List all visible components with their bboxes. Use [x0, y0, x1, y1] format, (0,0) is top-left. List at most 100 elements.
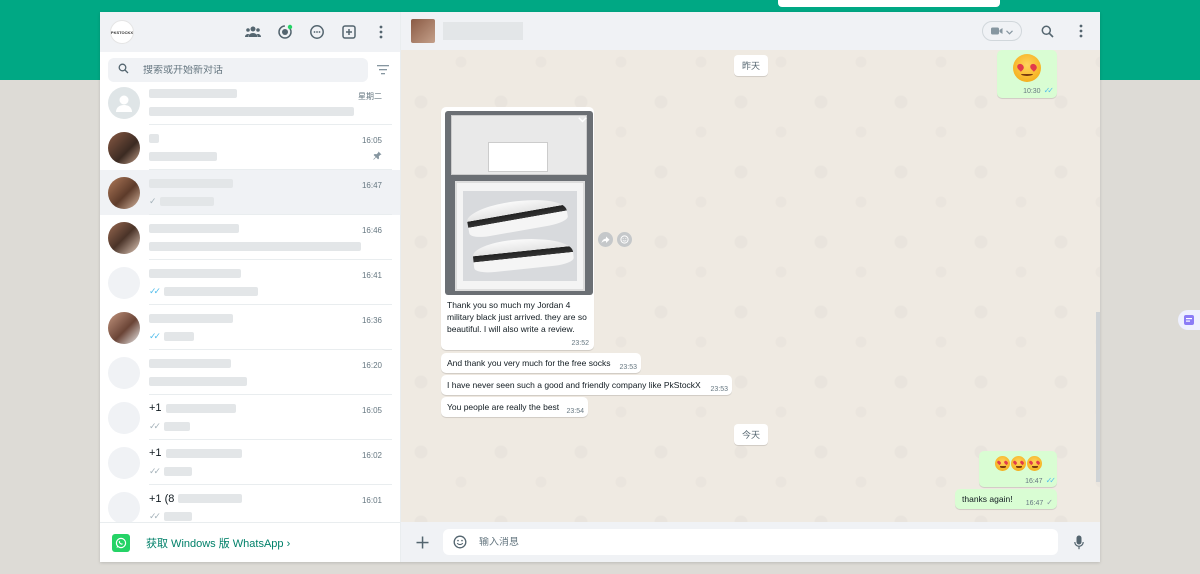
chevron-down-icon [1006, 24, 1013, 38]
search-input[interactable] [143, 64, 343, 76]
smiling-face-with-hearts-emoji-icon [1027, 456, 1042, 471]
chat-list-item[interactable]: ✓✓ 16:41 [100, 260, 400, 305]
chat-list[interactable]: 星期二 16:05 ✓ 16:47 16:46 ✓✓ 16:41 ✓✓ 16:3… [100, 80, 400, 522]
avatar [108, 491, 140, 522]
chat-name [149, 86, 392, 100]
microphone-icon[interactable] [1070, 533, 1088, 551]
communities-icon[interactable] [244, 23, 262, 41]
chat-time: 16:36 [361, 316, 382, 325]
avatar [108, 356, 140, 389]
emoji-icon[interactable] [451, 533, 469, 551]
chat-list-item[interactable]: +1 ✓✓ 16:02 [100, 440, 400, 485]
channels-icon[interactable] [308, 23, 326, 41]
chat-name [149, 176, 392, 190]
message-time: 23:53 [619, 364, 637, 371]
extension-widget-icon[interactable] [1178, 310, 1200, 330]
chevron-down-icon[interactable] [578, 115, 587, 126]
default-avatar-icon [108, 86, 140, 119]
message-time: 16:47 [1025, 500, 1044, 507]
incoming-message[interactable]: You people are really the best 23:54 [441, 397, 588, 417]
chat-preview [149, 104, 392, 118]
chat-name [149, 266, 392, 280]
filter-icon[interactable] [374, 61, 392, 79]
contact-name[interactable] [443, 22, 523, 40]
avatar [108, 446, 140, 479]
conversation-pane: 10:30 ✓✓ 昨天 Thank you so much my Jordan … [401, 12, 1100, 562]
message-time: 10:30 [1023, 88, 1041, 95]
compose-box[interactable] [443, 529, 1058, 555]
message-time: 23:53 [710, 386, 728, 393]
chat-list-item[interactable]: 16:05 [100, 125, 400, 170]
search-icon [118, 63, 129, 77]
chat-preview: ✓ [149, 194, 392, 208]
chat-preview [149, 149, 392, 163]
status-icon[interactable] [276, 23, 294, 41]
video-call-button[interactable] [982, 21, 1022, 41]
message-time: 23:52 [571, 340, 589, 347]
chat-list-item[interactable]: +1 (8 ✓✓ 16:01 [100, 485, 400, 522]
conversation-header[interactable] [401, 12, 1100, 50]
chat-preview: ✓✓ [149, 329, 392, 343]
attach-plus-icon[interactable] [413, 533, 431, 551]
emoji-react-icon[interactable] [617, 232, 632, 247]
chat-time: 16:01 [361, 496, 382, 505]
profile-avatar[interactable]: PKSTOCKX [110, 20, 134, 44]
chat-list-item[interactable]: +1 ✓✓ 16:05 [100, 395, 400, 440]
avatar [108, 311, 140, 344]
menu-icon[interactable] [372, 23, 390, 41]
video-camera-icon [991, 24, 1003, 38]
message-text: I have never seen such a good and friend… [447, 380, 701, 390]
chat-name: +1 (8 [149, 492, 392, 506]
chat-preview [149, 374, 392, 388]
chat-list-item[interactable]: 星期二 [100, 80, 400, 125]
chat-list-item[interactable]: ✓✓ 16:36 [100, 305, 400, 350]
whatsapp-app: PKSTOCKX 搜索或开始新对话 星期二 16:05 ✓ 16:47 16:4… [100, 12, 1100, 562]
new-chat-icon[interactable] [340, 23, 358, 41]
outgoing-message[interactable]: thanks again! 16:47 ✓ [955, 489, 1057, 509]
get-windows-app-link[interactable]: 获取 Windows 版 WhatsApp › [146, 535, 290, 551]
read-check-icon: ✓✓ [1043, 86, 1055, 95]
whatsapp-logo-icon [112, 533, 130, 552]
chat-name-prefix: +1 [149, 447, 162, 459]
sneaker-right [471, 233, 575, 275]
chat-time: 16:47 [361, 181, 382, 190]
chat-list-item[interactable]: 16:20 [100, 350, 400, 395]
get-windows-app-banner[interactable]: 获取 Windows 版 WhatsApp › [100, 522, 400, 562]
message-hover-actions [598, 232, 632, 247]
chat-time: 16:05 [361, 136, 382, 145]
chat-list-item-active[interactable]: ✓ 16:47 [100, 170, 400, 215]
chat-list-item[interactable]: 16:46 [100, 215, 400, 260]
read-check-icon: ✓✓ [1045, 476, 1057, 485]
avatar [108, 131, 140, 164]
search-messages-icon[interactable] [1038, 22, 1056, 40]
date-separator: 昨天 [734, 55, 769, 76]
chat-preview: ✓✓ [149, 419, 392, 433]
incoming-image-message[interactable]: Thank you so much my Jordan 4 military b… [441, 107, 594, 350]
outgoing-message[interactable]: 10:30 ✓✓ [997, 50, 1057, 98]
sent-check-icon: ✓ [1046, 498, 1053, 507]
message-list[interactable]: 10:30 ✓✓ 昨天 Thank you so much my Jordan … [401, 50, 1100, 522]
outgoing-message[interactable]: 16:47 ✓✓ [979, 451, 1057, 487]
chat-name [149, 131, 392, 145]
contact-avatar[interactable] [411, 19, 435, 43]
chat-preview: ✓✓ [149, 510, 392, 523]
sneaker-photo[interactable] [445, 111, 593, 295]
incoming-message[interactable]: I have never seen such a good and friend… [441, 375, 732, 395]
chat-list-pane: PKSTOCKX 搜索或开始新对话 星期二 16:05 ✓ 16:47 16:4… [100, 12, 401, 562]
logo-text: PKSTOCKX [110, 29, 134, 35]
message-input[interactable] [479, 536, 1050, 548]
chat-name [149, 311, 392, 325]
box-label [488, 142, 548, 172]
delivered-check-icon: ✓✓ [149, 511, 161, 521]
message-text: thanks again! [962, 494, 1013, 504]
image-caption: Thank you so much my Jordan 4 military b… [447, 300, 587, 334]
search-box[interactable] [108, 58, 368, 82]
forward-icon[interactable] [598, 232, 613, 247]
left-header: PKSTOCKX [100, 12, 400, 52]
conversation-menu-icon[interactable] [1072, 22, 1090, 40]
pin-icon [373, 149, 382, 163]
incoming-message[interactable]: And thank you very much for the free soc… [441, 353, 641, 373]
message-time: 16:47 [1025, 478, 1043, 485]
delivered-check-icon: ✓✓ [149, 465, 161, 476]
message-scrollbar[interactable] [1096, 312, 1100, 482]
